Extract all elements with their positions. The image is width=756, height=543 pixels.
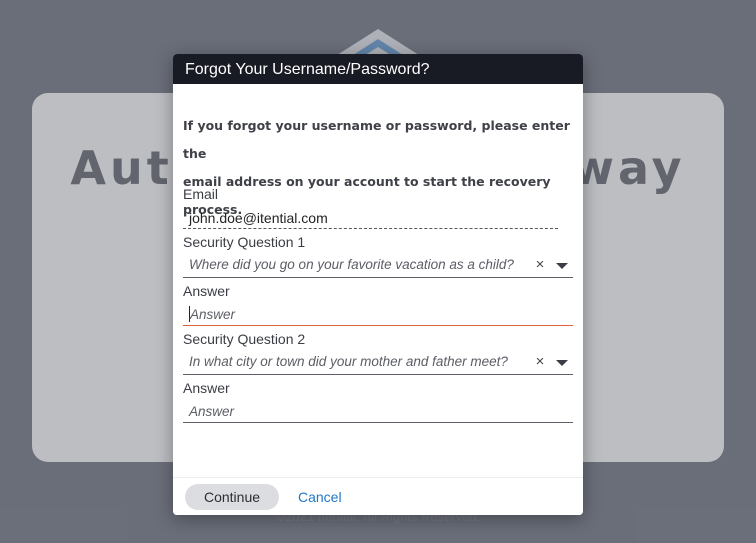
chevron-down-icon[interactable] — [556, 359, 568, 367]
dialog-instructions: If you forgot your username or password,… — [183, 112, 575, 224]
email-label: Email — [183, 186, 219, 202]
chevron-down-icon[interactable] — [556, 262, 568, 270]
security-question-2-label: Security Question 2 — [183, 331, 306, 347]
question-1-underline — [183, 277, 573, 278]
continue-button[interactable]: Continue — [185, 484, 279, 510]
cancel-button[interactable]: Cancel — [298, 484, 342, 510]
answer-1-input[interactable]: Answer — [190, 307, 235, 322]
email-field-underline — [183, 228, 558, 229]
security-question-1-label: Security Question 1 — [183, 234, 306, 250]
security-question-1-select[interactable]: Where did you go on your favorite vacati… — [189, 257, 514, 272]
question-2-underline — [183, 374, 573, 375]
security-question-2-select[interactable]: In what city or town did your mother and… — [189, 354, 508, 369]
dialog-title: Forgot Your Username/Password? — [173, 54, 583, 84]
answer-2-label: Answer — [183, 380, 230, 396]
answer-1-label: Answer — [183, 283, 230, 299]
answer-2-underline — [183, 422, 573, 423]
answer-2-input[interactable]: Answer — [189, 404, 234, 419]
clear-question-1-icon[interactable]: × — [533, 257, 547, 272]
clear-question-2-icon[interactable]: × — [533, 354, 547, 369]
forgot-credentials-dialog: Forgot Your Username/Password? If you fo… — [173, 54, 583, 515]
email-field[interactable]: john.doe@itential.com — [189, 210, 328, 226]
answer-1-underline — [183, 325, 573, 326]
instructions-line-1: If you forgot your username or password,… — [183, 118, 570, 161]
dialog-footer: Continue Cancel — [173, 477, 583, 515]
